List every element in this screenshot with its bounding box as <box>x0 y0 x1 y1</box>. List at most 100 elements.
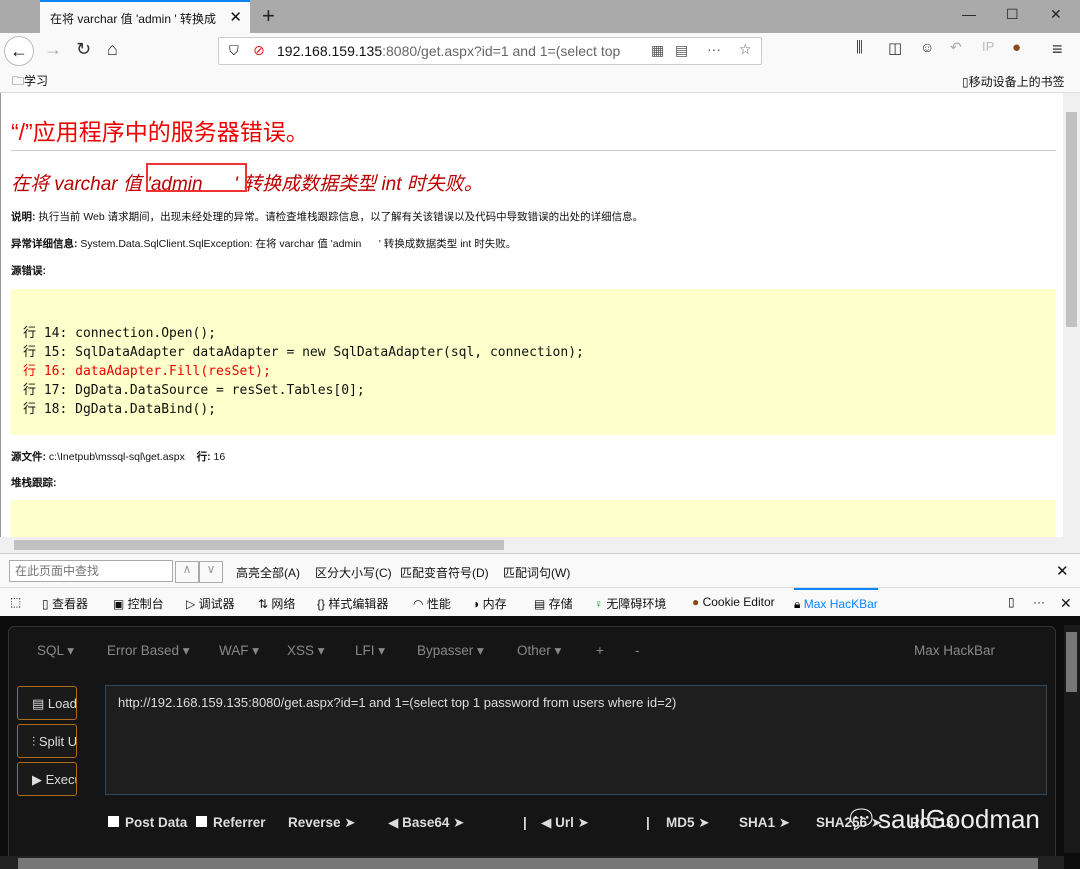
reverse-button[interactable]: Reverse ➤ <box>288 815 356 831</box>
find-next-button[interactable]: ∨ <box>199 561 223 583</box>
menu-sql[interactable]: SQL ▾ <box>37 643 74 659</box>
split-icon: ⫶ <box>32 734 36 749</box>
reload-button[interactable]: ↻ <box>76 39 91 60</box>
more-icon[interactable]: ··· <box>1033 595 1045 609</box>
ip-icon[interactable]: IP <box>982 39 994 54</box>
devtools-toolbar: ⬚ ▯ 查看器 ▣ 控制台 ▷ 调试器 ⇅ 网络 {} 样式编辑器 ◠ 性能 ◑… <box>0 587 1080 616</box>
code-line-error: 行 16: dataAdapter.Fill(resSet); <box>23 364 271 379</box>
whole-words[interactable]: 匹配词句(W) <box>503 564 570 581</box>
minimize-icon[interactable]: — <box>962 6 976 22</box>
tab-accessibility[interactable]: ♀ 无障碍环境 <box>594 595 666 612</box>
menu-error-based[interactable]: Error Based ▾ <box>107 643 190 659</box>
library-icon[interactable]: ⫼ <box>856 39 863 56</box>
back-button[interactable]: ← <box>4 36 34 66</box>
cookie-icon[interactable]: ● <box>1012 39 1021 56</box>
insecure-lock-icon[interactable]: ⊘ <box>253 42 265 59</box>
shield-icon[interactable]: ⛉ <box>229 43 239 59</box>
tab-title: 在将 varchar 值 'admin ' 转换成 <box>50 12 216 26</box>
code-line: 行 14: connection.Open(); <box>23 326 217 341</box>
match-case[interactable]: 区分大小写(C) <box>315 564 392 581</box>
tab-memory[interactable]: ◑ 内存 <box>472 595 507 612</box>
mobile-bookmarks[interactable]: ▯移动设备上的书签 <box>962 73 1065 90</box>
post-data-checkbox[interactable]: Post Data <box>108 815 187 830</box>
find-bar: ∧ ∨ 高亮全部(A) 区分大小写(C) 匹配变音符号(D) 匹配词句(W) ✕ <box>0 553 1080 587</box>
code-line: 行 17: DgData.DataSource = resSet.Tables[… <box>23 383 365 398</box>
close-find-icon[interactable]: ✕ <box>1056 562 1069 580</box>
tab-network[interactable]: ⇅ 网络 <box>258 595 295 612</box>
folder-icon: 🗀 <box>12 74 25 88</box>
qr-icon[interactable]: ▦ <box>651 42 664 59</box>
execute-button[interactable]: ▶ Execution <box>17 762 77 796</box>
source-error-label: 源错误: <box>11 265 46 277</box>
scroll-thumb[interactable] <box>18 858 1038 869</box>
menu-bypasser[interactable]: Bypasser ▾ <box>417 643 484 659</box>
stack-trace-box <box>11 500 1056 537</box>
find-prev-button[interactable]: ∧ <box>175 561 199 583</box>
tab-cookie-editor[interactable]: ● Cookie Editor <box>692 595 775 609</box>
code-line: 行 15: SqlDataAdapter dataAdapter = new S… <box>23 345 584 360</box>
new-tab-button[interactable]: + <box>262 3 275 29</box>
lock-icon: 🔒︎ <box>794 597 801 611</box>
tab-console[interactable]: ▣ 控制台 <box>113 595 164 612</box>
highlight-all[interactable]: 高亮全部(A) <box>236 564 300 581</box>
separator: | <box>646 815 650 830</box>
url-textarea[interactable]: http://192.168.159.135:8080/get.aspx?id=… <box>105 685 1047 795</box>
source-file: 源文件: c:\Inetpub\mssql-sql\get.aspx 行: 16 <box>11 451 226 463</box>
referrer-checkbox[interactable]: Referrer <box>196 815 266 830</box>
bookmarks-bar: 🗀学习 ▯移动设备上的书签 <box>0 68 1080 93</box>
base64-button[interactable]: ◀ Base64 ➤ <box>388 815 465 831</box>
reader-icon[interactable]: ▤ <box>675 42 688 59</box>
tab-storage[interactable]: ▤ 存储 <box>534 595 573 612</box>
menu-xss[interactable]: XSS ▾ <box>287 643 325 659</box>
stack-trace-label: 堆栈跟踪: <box>11 477 57 489</box>
scroll-thumb[interactable] <box>1066 632 1077 692</box>
avatar-icon[interactable]: ☺ <box>920 39 934 55</box>
tab-max-hackbar[interactable]: 🔒︎ Max HacKBar <box>794 588 878 617</box>
menu-lfi[interactable]: LFI ▾ <box>355 643 385 659</box>
description: 说明: 执行当前 Web 请求期间，出现未经处理的异常。请检查堆栈跟踪信息，以了… <box>11 211 644 223</box>
exception-details: 异常详细信息: System.Data.SqlClient.SqlExcepti… <box>11 238 517 250</box>
home-button[interactable]: ⌂ <box>107 39 118 60</box>
close-devtools-icon[interactable]: ✕ <box>1060 595 1072 612</box>
load-url-button[interactable]: ▤ Load URL <box>17 686 77 720</box>
page-title: “/”应用程序中的服务器错误。 <box>11 119 309 145</box>
accessibility-icon: ♀ <box>594 597 603 611</box>
dock-icon[interactable]: ▯ <box>1008 595 1015 609</box>
undo-icon[interactable]: ↶ <box>950 39 962 56</box>
tab-active[interactable]: 在将 varchar 值 'admin ' 转换成 ✕ <box>40 0 250 33</box>
split-url-button[interactable]: ⫶ Split URL <box>17 724 77 758</box>
menu-icon[interactable]: ≡ <box>1052 39 1063 60</box>
match-diacritics[interactable]: 匹配变音符号(D) <box>400 564 489 581</box>
nav-bar: ← → ↻ ⌂ 192.168.159.135:8080/get.aspx?id… <box>0 33 1080 68</box>
tab-style-editor[interactable]: {} 样式编辑器 <box>317 595 388 612</box>
bookmark-item[interactable]: 🗀学习 <box>12 72 48 93</box>
tab-performance[interactable]: ◠ 性能 <box>413 595 451 612</box>
watermark: 💬︎saulGoodman <box>845 804 1040 834</box>
sidebar-icon[interactable]: ◫ <box>888 39 902 57</box>
forward-button[interactable]: → <box>44 39 62 60</box>
scroll-thumb[interactable] <box>1066 112 1077 327</box>
divider <box>11 150 1056 151</box>
menu-waf[interactable]: WAF ▾ <box>219 643 259 659</box>
highlight-box <box>146 163 247 192</box>
md5-button[interactable]: MD5 ➤ <box>666 815 710 831</box>
url-bar[interactable]: 192.168.159.135:8080/get.aspx?id=1 and 1… <box>218 37 762 65</box>
hackbar-brand: Max HackBar <box>914 643 996 658</box>
tab-debugger[interactable]: ▷ 调试器 <box>186 595 235 612</box>
close-window-icon[interactable]: ✕ <box>1050 6 1062 23</box>
url-encode-button[interactable]: ◀ Url ➤ <box>541 815 589 831</box>
menu-other[interactable]: Other ▾ <box>517 643 561 659</box>
sha1-button[interactable]: SHA1 ➤ <box>739 815 790 831</box>
find-input[interactable] <box>9 560 173 582</box>
add-button[interactable]: + <box>596 643 604 658</box>
star-icon[interactable]: ☆ <box>739 41 752 58</box>
close-tab-icon[interactable]: ✕ <box>229 8 242 26</box>
separator: | <box>523 815 527 830</box>
picker-icon[interactable]: ⬚ <box>10 595 21 609</box>
maximize-icon[interactable]: ☐ <box>1006 6 1019 23</box>
tab-inspector[interactable]: ▯ 查看器 <box>42 595 88 612</box>
scroll-thumb[interactable] <box>14 540 504 550</box>
load-icon: ▤ <box>32 696 45 711</box>
remove-button[interactable]: - <box>635 643 640 658</box>
more-icon[interactable]: ··· <box>707 41 721 57</box>
